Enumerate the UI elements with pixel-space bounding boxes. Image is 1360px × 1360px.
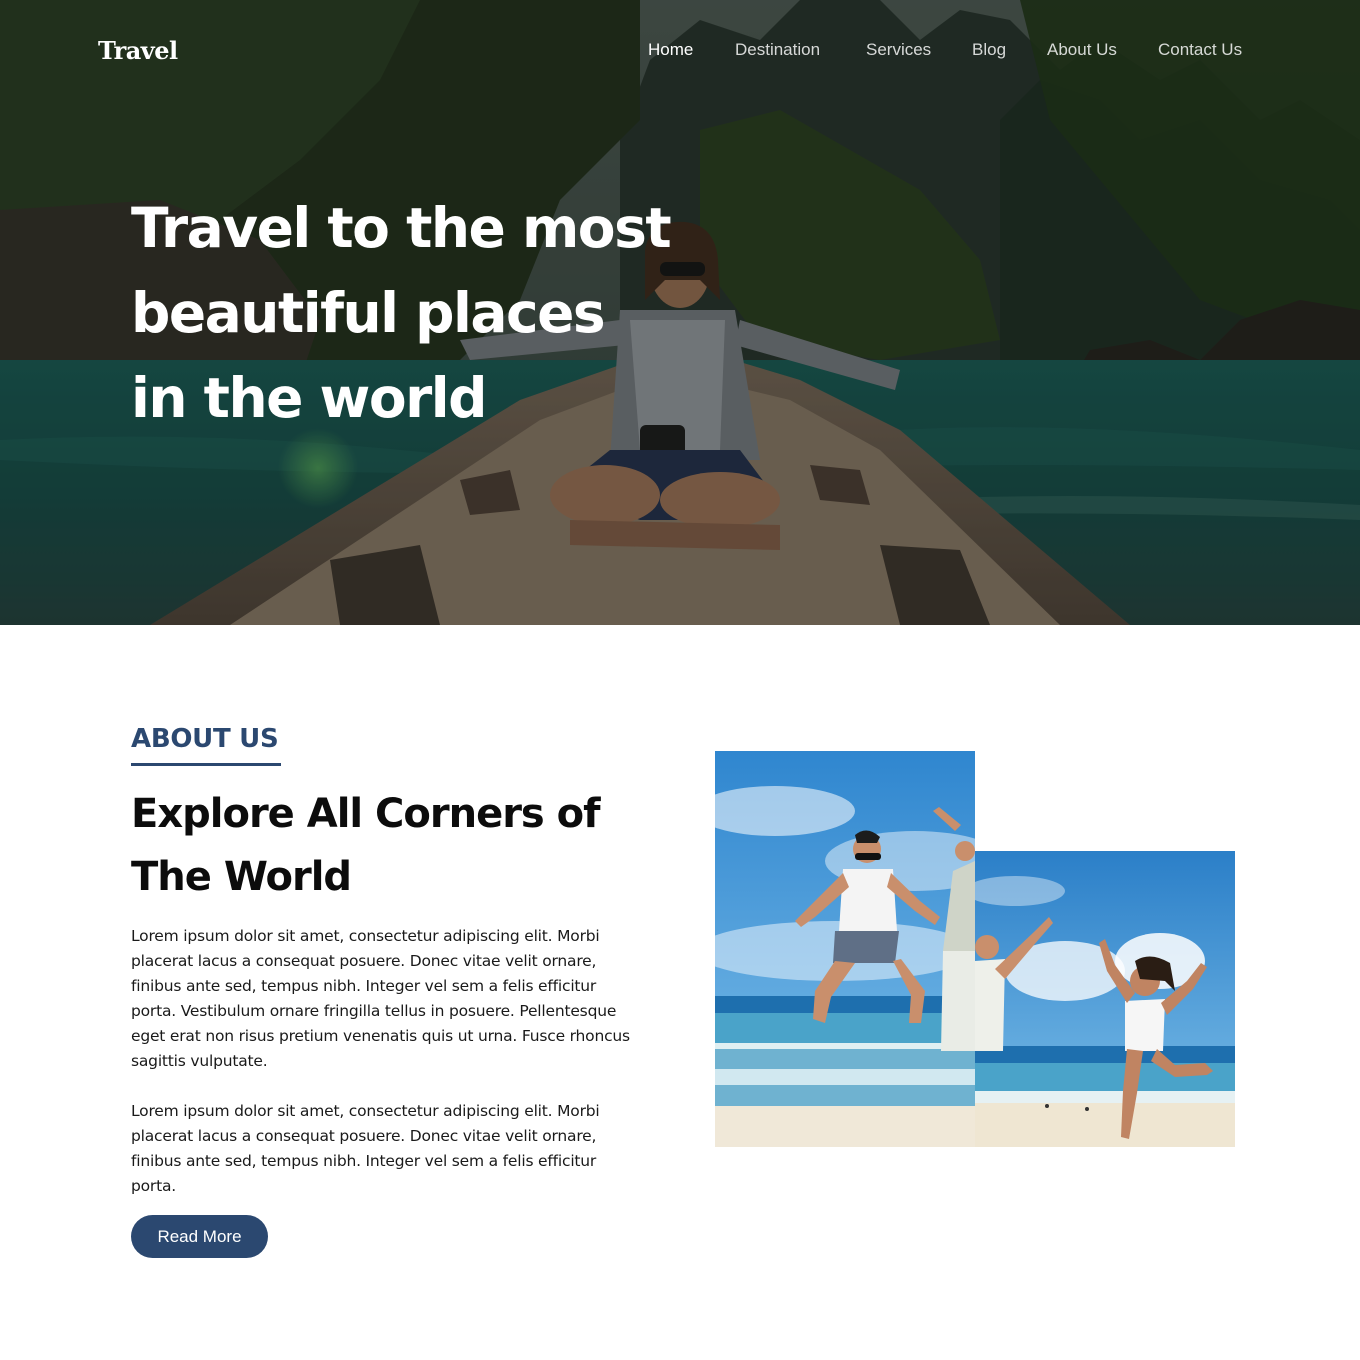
nav-item-about-us[interactable]: About Us <box>1047 40 1117 60</box>
about-title-line: The World <box>131 854 352 900</box>
kicker-underline <box>131 763 281 766</box>
nav-item-blog[interactable]: Blog <box>972 40 1006 60</box>
nav-item-home[interactable]: Home <box>648 40 693 60</box>
about-kicker: ABOUT US <box>131 724 279 754</box>
read-more-button[interactable]: Read More <box>131 1215 268 1258</box>
hero-title: Travel to the most beautiful places in t… <box>131 186 731 441</box>
about-paragraph-1: Lorem ipsum dolor sit amet, consectetur … <box>131 927 630 1070</box>
hero-title-line: Travel to the most <box>131 196 672 260</box>
main-nav: Home Destination Services Blog About Us … <box>0 40 1360 64</box>
about-title: Explore All Corners of The World <box>131 783 691 909</box>
about-photo-jumping-man <box>715 751 975 1147</box>
about-paragraph-2: Lorem ipsum dolor sit amet, consectetur … <box>131 1102 600 1195</box>
hero-title-line: in the world <box>131 366 488 430</box>
hero-section: Travel Home Destination Services Blog Ab… <box>0 0 1360 625</box>
about-photo-jumping-woman <box>975 851 1235 1147</box>
hero-title-line: beautiful places <box>131 281 606 345</box>
nav-item-destination[interactable]: Destination <box>735 40 820 60</box>
nav-item-services[interactable]: Services <box>866 40 931 60</box>
about-title-line: Explore All Corners of <box>131 791 601 837</box>
nav-item-contact-us[interactable]: Contact Us <box>1158 40 1242 60</box>
